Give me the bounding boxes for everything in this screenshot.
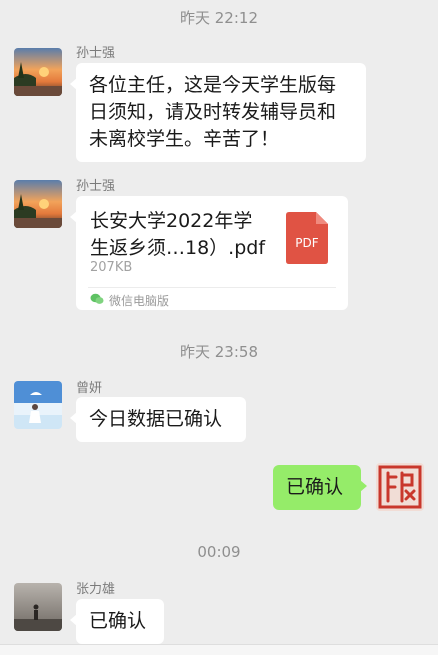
message-bubble[interactable]: 今日数据已确认	[70, 397, 246, 442]
file-name: 长安大学2022年学生返乡须…18）.pdf	[90, 210, 266, 259]
sender-name: 曾妍	[76, 381, 103, 396]
avatar[interactable]	[14, 180, 62, 228]
pdf-file-icon: PDF	[286, 212, 328, 264]
avatar[interactable]	[14, 381, 62, 429]
file-size: 207KB	[90, 260, 133, 275]
sender-name: 孙士强	[76, 179, 116, 194]
timestamp: 昨天 23:58	[180, 343, 258, 361]
pdf-badge-label: PDF	[295, 236, 318, 250]
avatar[interactable]	[14, 583, 62, 631]
file-source-label: 微信电脑版	[109, 294, 170, 308]
input-bar-edge	[0, 644, 438, 655]
message-bubble[interactable]: 已确认	[70, 599, 164, 644]
timestamp: 00:09	[197, 543, 241, 561]
message-bubble-outgoing[interactable]: 已确认	[273, 465, 367, 510]
message-bubble[interactable]: 各位主任，这是今天学生版每日须知，请及时转发辅导员和未离校学生。辛苦了！	[70, 63, 366, 162]
wechat-pc-icon	[90, 293, 104, 308]
divider	[88, 287, 336, 288]
seal-avatar[interactable]	[376, 463, 424, 511]
sender-name: 孙士强	[76, 46, 116, 61]
sender-name: 张力雄	[76, 582, 116, 597]
timestamp: 昨天 22:12	[180, 9, 258, 27]
file-message-card[interactable]: 长安大学2022年学生返乡须…18）.pdf PDF 207KB 微信电脑版	[70, 196, 348, 310]
file-source: 微信电脑版	[90, 292, 169, 309]
avatar[interactable]	[14, 48, 62, 96]
